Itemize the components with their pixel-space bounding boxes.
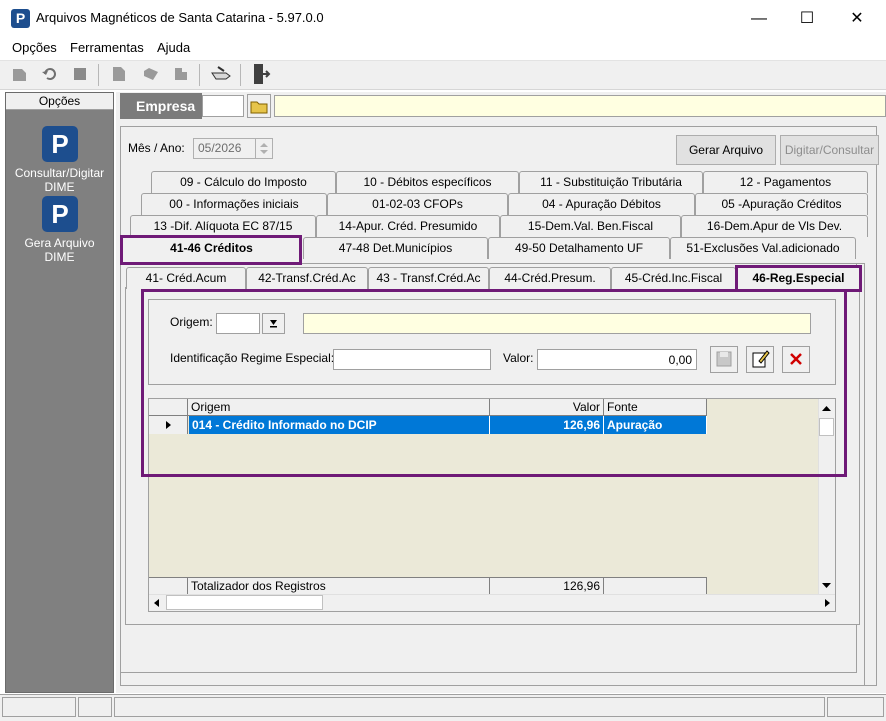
- spinner-arrows-icon: [260, 143, 268, 154]
- grid-footer-indicator: [149, 577, 188, 594]
- status-cell: [114, 697, 825, 717]
- gera-arquivo-icon[interactable]: P: [42, 196, 78, 232]
- sidebar-item-gera-label[interactable]: Gera Arquivo: [5, 237, 114, 250]
- tab-51[interactable]: 51-Exclusões Val.adicionado: [670, 237, 856, 259]
- tab-01-02-03[interactable]: 01-02-03 CFOPs: [327, 193, 508, 215]
- export-icon[interactable]: [172, 65, 190, 83]
- sidebar-header: Opções: [6, 93, 113, 110]
- sidebar-item-gera-label2[interactable]: DIME: [5, 251, 114, 264]
- tab-09[interactable]: 09 - Cálculo do Imposto: [151, 171, 336, 193]
- highlight-reg-especial-content: [141, 289, 847, 477]
- highlight-creditos-tab: [120, 235, 302, 265]
- mes-ano-value: 05/2026: [198, 141, 242, 155]
- empresa-label: Empresa: [120, 93, 202, 119]
- subtab-45[interactable]: 45-Créd.Inc.Fiscal: [611, 267, 736, 289]
- subtab-42[interactable]: 42-Transf.Créd.Ac: [246, 267, 368, 289]
- close-button[interactable]: ✕: [834, 0, 880, 37]
- subtab-43[interactable]: 43 - Transf.Créd.Ac: [368, 267, 489, 289]
- grid-footer-label: Totalizador dos Registros: [188, 577, 490, 594]
- highlight-reg-especial-tab: [735, 265, 862, 292]
- edit-icon[interactable]: [11, 65, 29, 83]
- undo-icon[interactable]: [41, 65, 59, 83]
- mes-ano-label: Mês / Ano:: [128, 141, 185, 155]
- toolbar-separator: [240, 64, 241, 86]
- subtab-41[interactable]: 41- Créd.Acum: [126, 267, 246, 289]
- tab-14[interactable]: 14-Apur. Créd. Presumido: [316, 215, 500, 237]
- scroll-left-icon[interactable]: [150, 596, 164, 610]
- tab-13[interactable]: 13 -Dif. Alíquota EC 87/15: [130, 215, 316, 237]
- horizontal-scroll-thumb[interactable]: [166, 595, 323, 610]
- toolbar-separator: [98, 64, 99, 86]
- exit-door-icon[interactable]: [251, 63, 271, 85]
- scroll-down-icon[interactable]: [819, 579, 834, 593]
- open-folder-button[interactable]: [247, 94, 271, 118]
- digitar-consultar-button[interactable]: Digitar/Consultar: [780, 135, 879, 165]
- empresa-code-input[interactable]: [202, 95, 244, 117]
- toolbar-separator: [199, 64, 200, 86]
- tab-04[interactable]: 04 - Apuração Débitos: [508, 193, 695, 215]
- tab-05[interactable]: 05 -Apuração Créditos: [695, 193, 868, 215]
- tab-11[interactable]: 11 - Substituição Tributária: [519, 171, 703, 193]
- open-icon[interactable]: [142, 65, 160, 83]
- sidebar-item-consultar-label2[interactable]: DIME: [5, 181, 114, 194]
- menu-ferramentas[interactable]: Ferramentas: [70, 40, 144, 55]
- tab-12[interactable]: 12 - Pagamentos: [703, 171, 868, 193]
- gerar-arquivo-button[interactable]: Gerar Arquivo: [676, 135, 776, 165]
- tab-47-48[interactable]: 47-48 Det.Municípios: [303, 237, 488, 259]
- tab-15[interactable]: 15-Dem.Val. Ben.Fiscal: [500, 215, 681, 237]
- folder-icon: [250, 101, 268, 114]
- menu-opcoes[interactable]: Opções: [12, 40, 57, 55]
- maximize-button[interactable]: ☐: [784, 0, 830, 37]
- mes-ano-spinner[interactable]: [255, 139, 272, 158]
- minimize-button[interactable]: —: [736, 0, 782, 37]
- tab-00[interactable]: 00 - Informações iniciais: [141, 193, 327, 215]
- app-icon: P: [11, 9, 30, 28]
- subtab-44[interactable]: 44-Créd.Presum.: [489, 267, 611, 289]
- menu-ajuda[interactable]: Ajuda: [157, 40, 190, 55]
- window-title: Arquivos Magnéticos de Santa Catarina - …: [36, 10, 324, 25]
- sidebar-item-consultar-label[interactable]: Consultar/Digitar: [5, 167, 114, 180]
- status-cell: [827, 697, 884, 717]
- grid-footer-value: 126,96: [490, 577, 604, 594]
- status-cell: [2, 697, 76, 717]
- tab-16[interactable]: 16-Dem.Apur de Vls Dev.: [681, 215, 868, 237]
- document-icon[interactable]: [110, 65, 128, 83]
- scroll-right-icon[interactable]: [820, 596, 834, 610]
- consultar-icon[interactable]: P: [42, 126, 78, 162]
- tab-49-50[interactable]: 49-50 Detalhamento UF: [488, 237, 670, 259]
- toolbar: [0, 60, 886, 90]
- empresa-name-field: [274, 95, 886, 117]
- stop-icon[interactable]: [71, 65, 89, 83]
- grid-footer-empty: [604, 577, 707, 594]
- tab-10[interactable]: 10 - Débitos específicos: [336, 171, 519, 193]
- status-cell: [78, 697, 112, 717]
- hand-icon[interactable]: [210, 65, 234, 83]
